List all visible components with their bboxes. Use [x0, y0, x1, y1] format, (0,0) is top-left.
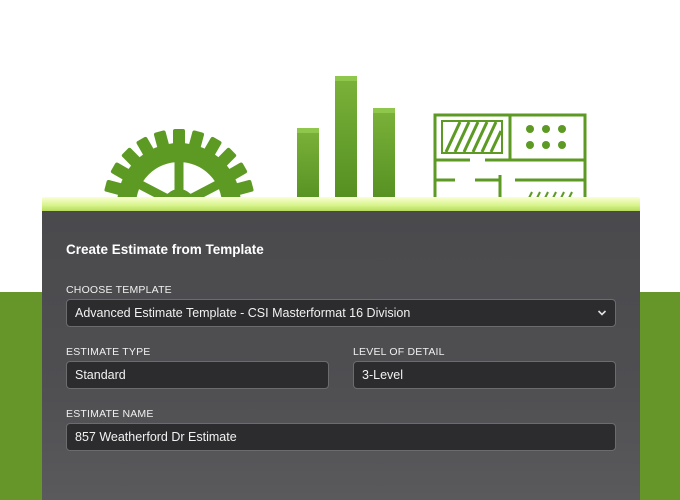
- hero-illustration: [103, 76, 587, 215]
- level-of-detail-value: 3-Level: [362, 368, 403, 382]
- choose-template-select[interactable]: Advanced Estimate Template - CSI Masterf…: [66, 299, 616, 327]
- level-of-detail-label: LEVEL OF DETAIL: [353, 346, 445, 358]
- estimate-type-field[interactable]: Standard: [66, 361, 329, 389]
- estimate-name-label: ESTIMATE NAME: [66, 408, 154, 420]
- dialog-title: Create Estimate from Template: [66, 242, 264, 257]
- estimate-name-value: 857 Weatherford Dr Estimate: [75, 430, 237, 444]
- estimate-type-value: Standard: [75, 368, 126, 382]
- chevron-down-icon: [597, 310, 607, 316]
- estimate-name-input[interactable]: 857 Weatherford Dr Estimate: [66, 423, 616, 451]
- dialog-glow-edge: [42, 197, 640, 211]
- bar-chart-icon: [297, 76, 395, 215]
- choose-template-label: CHOOSE TEMPLATE: [66, 284, 172, 296]
- estimate-type-label: ESTIMATE TYPE: [66, 346, 151, 358]
- choose-template-value: Advanced Estimate Template - CSI Masterf…: [75, 306, 411, 320]
- level-of-detail-field[interactable]: 3-Level: [353, 361, 616, 389]
- create-estimate-dialog: Create Estimate from Template CHOOSE TEM…: [42, 211, 640, 500]
